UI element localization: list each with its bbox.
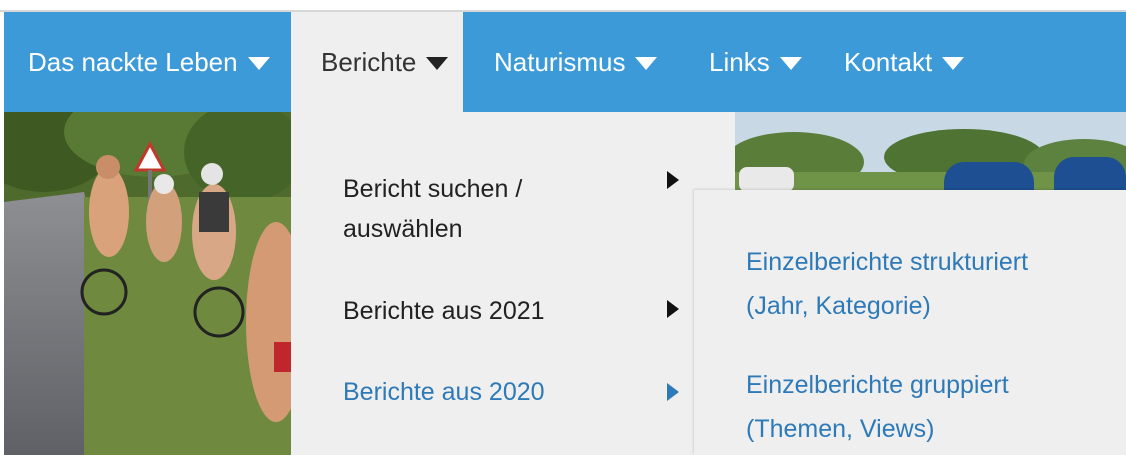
nav-das-nackte-leben[interactable]: Das nackte Leben (28, 12, 270, 112)
submenu-item-label-line2: (Themen, Views) (746, 415, 935, 443)
berichte-dropdown: Bericht suchen / auswählen Berichte aus … (291, 112, 735, 455)
submenu-item-label-line1: Einzelberichte gruppiert (746, 371, 1009, 399)
dropdown-item-label: Berichte aus 2020 (343, 378, 545, 406)
caret-down-icon (247, 56, 270, 70)
nav-links[interactable]: Links (709, 12, 802, 112)
nav-label: Das nackte Leben (28, 46, 238, 77)
caret-down-icon (635, 56, 658, 70)
nav-label: Kontakt (844, 46, 933, 77)
main-nav: Das nackte Leben Berichte Naturismus Lin… (4, 12, 1126, 112)
dropdown-item-bericht-suchen[interactable]: Bericht suchen / auswählen (343, 169, 673, 249)
caret-down-icon (779, 56, 802, 70)
nav-naturismus[interactable]: Naturismus (494, 12, 658, 112)
chevron-right-icon (667, 171, 679, 189)
nav-label: Links (709, 46, 770, 77)
submenu-item-label-line2: (Jahr, Kategorie) (746, 292, 931, 320)
dropdown-item-berichte-2020[interactable]: Berichte aus 2020 (343, 372, 673, 412)
dropdown-item-label-line2: auswählen (343, 215, 463, 243)
chevron-right-icon (667, 383, 679, 401)
caret-down-icon (942, 56, 965, 70)
berichte-2020-submenu: Einzelberichte strukturiert (Jahr, Kateg… (694, 190, 1126, 455)
dropdown-item-label-line1: Bericht suchen / (343, 175, 523, 203)
submenu-item-einzelberichte-strukturiert[interactable]: Einzelberichte strukturiert (Jahr, Kateg… (746, 240, 1116, 328)
chevron-right-icon (667, 300, 679, 318)
nav-label: Berichte (321, 46, 417, 77)
dropdown-item-label: Berichte aus 2021 (343, 297, 545, 325)
nav-label: Naturismus (494, 46, 626, 77)
nav-kontakt[interactable]: Kontakt (844, 12, 965, 112)
submenu-item-einzelberichte-gruppiert[interactable]: Einzelberichte gruppiert (Themen, Views) (746, 363, 1116, 451)
submenu-item-label-line1: Einzelberichte strukturiert (746, 248, 1029, 276)
caret-down-icon (426, 56, 449, 70)
nav-berichte[interactable]: Berichte (291, 12, 463, 112)
dropdown-item-berichte-2021[interactable]: Berichte aus 2021 (343, 291, 673, 331)
